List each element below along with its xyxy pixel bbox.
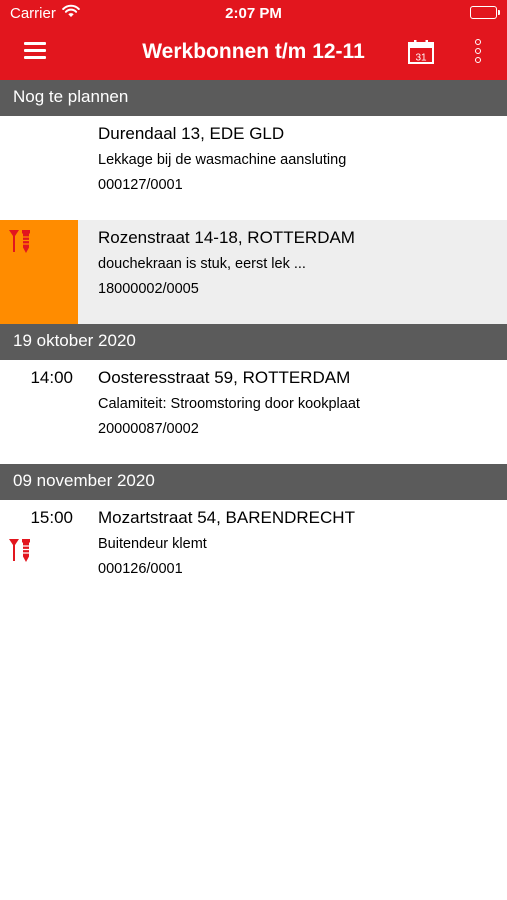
workorder-code: 000127/0001 bbox=[98, 177, 183, 193]
workorder-description: douchekraan is stuk, eerst lek ... bbox=[98, 256, 306, 272]
section-header-date: 09 november 2020 bbox=[0, 464, 507, 500]
workorder-row[interactable]: 15:00 Mozartstraat 54, BARENDRECHT Buite… bbox=[0, 500, 507, 604]
workorder-time: 15:00 bbox=[30, 508, 73, 527]
more-dot-top bbox=[475, 39, 481, 45]
workorder-row-selected[interactable]: Rozenstraat 14-18, ROTTERDAM douchekraan… bbox=[0, 220, 507, 324]
battery-icon bbox=[470, 6, 500, 19]
workorder-description: Calamiteit: Stroomstoring door kookplaat bbox=[98, 396, 360, 412]
status-time: 2:07 PM bbox=[225, 5, 282, 22]
navigation-bar: Carrier 2:07 PM Werkbonnen t/m 12-11 31 bbox=[0, 0, 507, 80]
workorder-description: Lekkage bij de wasmachine aansluting bbox=[98, 152, 347, 168]
more-vertical-icon[interactable] bbox=[468, 39, 488, 65]
calendar-day: 31 bbox=[415, 53, 427, 64]
section-header-date: 19 oktober 2020 bbox=[0, 324, 507, 360]
more-dot-bottom bbox=[475, 57, 481, 63]
screw-tools-icon bbox=[8, 537, 34, 563]
screw-tools-icon bbox=[8, 228, 34, 254]
workorder-code: 18000002/0005 bbox=[98, 281, 199, 297]
calendar-icon[interactable]: 31 bbox=[407, 39, 435, 65]
workorder-row[interactable]: 14:00 Oosteresstraat 59, ROTTERDAM Calam… bbox=[0, 360, 507, 464]
workorder-description: Buitendeur klemt bbox=[98, 536, 207, 552]
workorder-address: Durendaal 13, EDE GLD bbox=[98, 124, 285, 143]
workorder-row[interactable]: Durendaal 13, EDE GLD Lekkage bij de was… bbox=[0, 116, 507, 220]
status-bar: Carrier 2:07 PM bbox=[0, 0, 507, 28]
workorder-code: 000126/0001 bbox=[98, 561, 183, 577]
more-dot-middle bbox=[475, 48, 481, 54]
section-header-unplanned: Nog te plannen bbox=[0, 80, 507, 116]
workorder-address: Oosteresstraat 59, ROTTERDAM bbox=[98, 368, 351, 387]
workorder-address: Mozartstraat 54, BARENDRECHT bbox=[98, 508, 355, 527]
workorder-code: 20000087/0002 bbox=[98, 421, 199, 437]
workorder-address: Rozenstraat 14-18, ROTTERDAM bbox=[98, 228, 355, 247]
workorder-time: 14:00 bbox=[30, 368, 73, 387]
